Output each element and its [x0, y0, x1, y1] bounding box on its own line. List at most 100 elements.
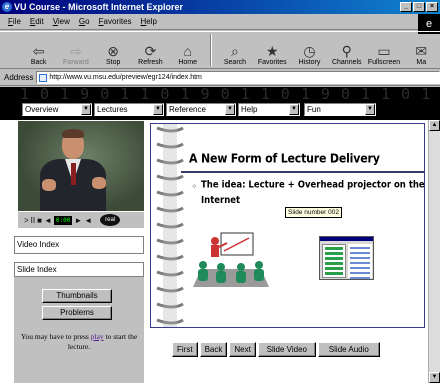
- vertical-scrollbar[interactable]: ▲ ▼: [428, 120, 440, 383]
- history-icon: ◷: [303, 43, 316, 59]
- toolbar: ⇦ Back ⇨ Forward ⊗ Stop ⟳ Refresh ⌂ Home…: [0, 31, 440, 69]
- home-label: Home: [178, 59, 198, 66]
- back-button[interactable]: ⇦ Back: [20, 32, 57, 68]
- pause-icon[interactable]: II: [31, 216, 35, 225]
- mail-icon: ✉: [415, 43, 428, 59]
- spiral-binding-icon: [156, 124, 184, 327]
- chevron-down-icon: ▼: [225, 104, 235, 115]
- fun-select[interactable]: Fun ▼: [304, 103, 376, 116]
- maximize-button[interactable]: □: [413, 2, 425, 12]
- fast-forward-icon[interactable]: ►: [74, 216, 82, 225]
- reference-select[interactable]: Reference ▼: [166, 103, 236, 116]
- next-button[interactable]: Next: [229, 342, 256, 357]
- menu-go[interactable]: Go: [79, 17, 90, 26]
- overview-select-value: Overview: [25, 105, 59, 114]
- menu-bar: File Edit View Go Favorites Help: [0, 14, 440, 30]
- lecture-video[interactable]: [18, 121, 144, 211]
- overview-select[interactable]: Overview ▼: [22, 103, 92, 116]
- stop-icon[interactable]: ■: [37, 216, 42, 225]
- menu-help[interactable]: Help: [141, 17, 157, 26]
- video-index-select[interactable]: Video Index: [14, 236, 144, 254]
- lecture-audience-icon: [193, 232, 269, 287]
- lectures-select-value: Lectures: [97, 105, 128, 114]
- scroll-down-icon[interactable]: ▼: [429, 372, 440, 383]
- mail-button[interactable]: ✉ Ma: [403, 32, 440, 68]
- screenshot-thumbnail: [319, 236, 374, 280]
- play-link[interactable]: play: [91, 332, 104, 341]
- slide-divider: [181, 171, 424, 173]
- left-column: > II ■ ◄ 0:00 ► ◄ real Video Index Slide…: [0, 120, 148, 383]
- title-bar[interactable]: e VU Course - Microsoft Internet Explore…: [0, 0, 440, 14]
- channels-label: Channels: [331, 59, 362, 66]
- reference-select-value: Reference: [169, 105, 206, 114]
- stop-button[interactable]: ⊗ Stop: [95, 32, 132, 68]
- home-icon: ⌂: [183, 43, 192, 59]
- search-label: Search: [223, 59, 247, 66]
- first-button[interactable]: First: [172, 342, 198, 357]
- close-button[interactable]: ×: [426, 2, 438, 12]
- forward-label: Forward: [63, 59, 89, 66]
- minimize-button[interactable]: _: [400, 2, 412, 12]
- slide-navigation: First Back Next Slide Video Slide Audio: [172, 342, 380, 357]
- binary-decoration: 1 0 1 9 0 1 1 0 1 9 0 1 1 0 1 9 0 1 1 0 …: [20, 87, 440, 103]
- bullet-icon: ✧: [191, 182, 198, 191]
- volume-icon[interactable]: ◄: [84, 216, 92, 225]
- fullscreen-icon: ▭: [377, 43, 391, 59]
- slide-video-button[interactable]: Slide Video: [257, 342, 316, 357]
- channels-button[interactable]: ⚲ Channels: [328, 32, 365, 68]
- ie-logo-icon: e: [2, 2, 12, 12]
- back-label: Back: [30, 59, 47, 66]
- favorites-label: Favorites: [257, 59, 287, 66]
- search-button[interactable]: ⌕ Search: [216, 32, 253, 68]
- mail-label: Ma: [416, 59, 427, 66]
- slide-tooltip: Slide number 002: [285, 207, 342, 218]
- home-button[interactable]: ⌂ Home: [169, 32, 206, 68]
- fullscreen-label: Fullscreen: [367, 59, 401, 66]
- page-icon: [39, 73, 48, 82]
- back-arrow-icon: ⇦: [32, 43, 45, 59]
- window-title: VU Course - Microsoft Internet Explorer: [14, 2, 184, 12]
- scroll-up-icon[interactable]: ▲: [429, 120, 440, 131]
- back-slide-button[interactable]: Back: [199, 342, 228, 357]
- history-button[interactable]: ◷ History: [291, 32, 328, 68]
- refresh-button[interactable]: ⟳ Refresh: [132, 32, 169, 68]
- chevron-down-icon: ▼: [365, 104, 375, 115]
- toolbar-separator: [210, 34, 213, 66]
- video-timecode: 0:00: [53, 215, 73, 225]
- rewind-icon[interactable]: ◄: [44, 216, 52, 225]
- realplayer-logo-icon: real: [100, 214, 121, 226]
- play-hint: You may have to press play to start the …: [20, 332, 138, 351]
- slide-title: A New Form of Lecture Delivery: [189, 151, 380, 166]
- slide-bullet: The idea: Lecture + Overhead projector o…: [201, 179, 425, 207]
- help-select[interactable]: Help ▼: [238, 103, 300, 116]
- play-icon[interactable]: >: [24, 216, 29, 225]
- chevron-down-icon: ▼: [289, 104, 299, 115]
- lectures-select[interactable]: Lectures ▼: [94, 103, 164, 116]
- problems-button[interactable]: Problems: [42, 306, 112, 320]
- page-content: 1 0 1 9 0 1 1 0 1 9 0 1 1 0 1 9 0 1 1 0 …: [0, 87, 440, 383]
- stop-label: Stop: [105, 59, 121, 66]
- favorites-icon: ★: [265, 43, 279, 59]
- fun-select-value: Fun: [307, 105, 321, 114]
- address-bar: Address http://www.vu.msu.edu/preview/eg…: [0, 69, 440, 86]
- refresh-label: Refresh: [138, 59, 163, 66]
- favorites-button[interactable]: ★ Favorites: [254, 32, 291, 68]
- address-url: http://www.vu.msu.edu/preview/egr124/ind…: [49, 73, 202, 81]
- menu-favorites[interactable]: Favorites: [99, 17, 132, 26]
- video-controls: > II ■ ◄ 0:00 ► ◄ real: [18, 212, 144, 228]
- menu-edit[interactable]: Edit: [30, 17, 44, 26]
- history-label: History: [298, 59, 321, 66]
- slide-audio-button[interactable]: Slide Audio: [317, 342, 380, 357]
- menu-file[interactable]: File: [8, 17, 21, 26]
- channels-icon: ⚲: [341, 43, 352, 59]
- fullscreen-button[interactable]: ▭ Fullscreen: [365, 32, 402, 68]
- lecture-slide: A New Form of Lecture Delivery ✧ The ide…: [150, 123, 425, 328]
- chevron-down-icon: ▼: [153, 104, 163, 115]
- menu-view[interactable]: View: [53, 17, 70, 26]
- slide-index-select[interactable]: Slide Index: [14, 262, 144, 277]
- address-label: Address: [4, 72, 34, 82]
- refresh-icon: ⟳: [144, 43, 157, 59]
- forward-button[interactable]: ⇨ Forward: [57, 32, 94, 68]
- address-input[interactable]: http://www.vu.msu.edu/preview/egr124/ind…: [36, 70, 440, 84]
- thumbnails-button[interactable]: Thumbnails: [42, 289, 112, 303]
